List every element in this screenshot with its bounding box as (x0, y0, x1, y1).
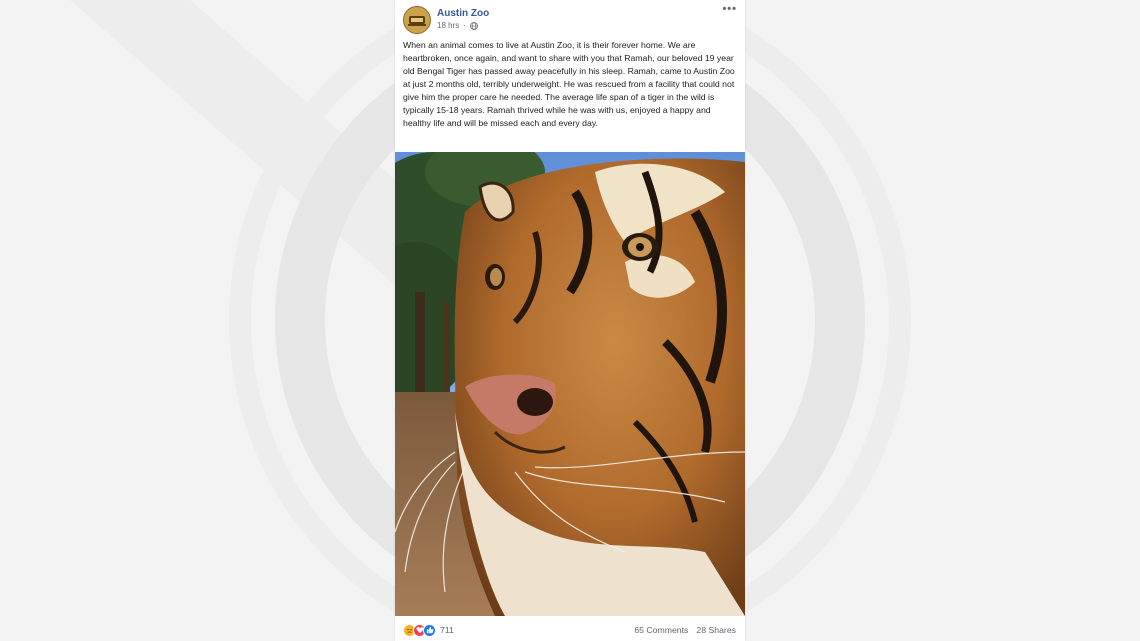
engagement-counts: 65 Comments 28 Shares (634, 625, 745, 635)
separator: · (463, 21, 466, 30)
reaction-count[interactable]: 711 (440, 625, 454, 635)
post-text: When an animal comes to live at Austin Z… (403, 40, 735, 128)
post-meta: 18 hrs · (437, 21, 478, 30)
like-reaction-icon (423, 623, 436, 637)
reactions-summary[interactable]: 711 (395, 623, 454, 637)
tiger-photo (395, 152, 745, 616)
shares-count-link[interactable]: 28 Shares (696, 625, 736, 635)
post-footer: 711 65 Comments 28 Shares (395, 620, 745, 640)
page-avatar[interactable] (403, 6, 431, 34)
comments-count-link[interactable]: 65 Comments (634, 625, 688, 635)
facebook-post: Austin Zoo 18 hrs · ••• When an animal c… (395, 0, 745, 641)
globe-icon (470, 21, 478, 30)
zoo-logo-icon (404, 7, 430, 33)
page-name-link[interactable]: Austin Zoo (437, 8, 489, 19)
more-options-icon[interactable]: ••• (722, 3, 737, 15)
post-photo[interactable] (395, 152, 745, 616)
post-timestamp[interactable]: 18 hrs (437, 21, 459, 30)
